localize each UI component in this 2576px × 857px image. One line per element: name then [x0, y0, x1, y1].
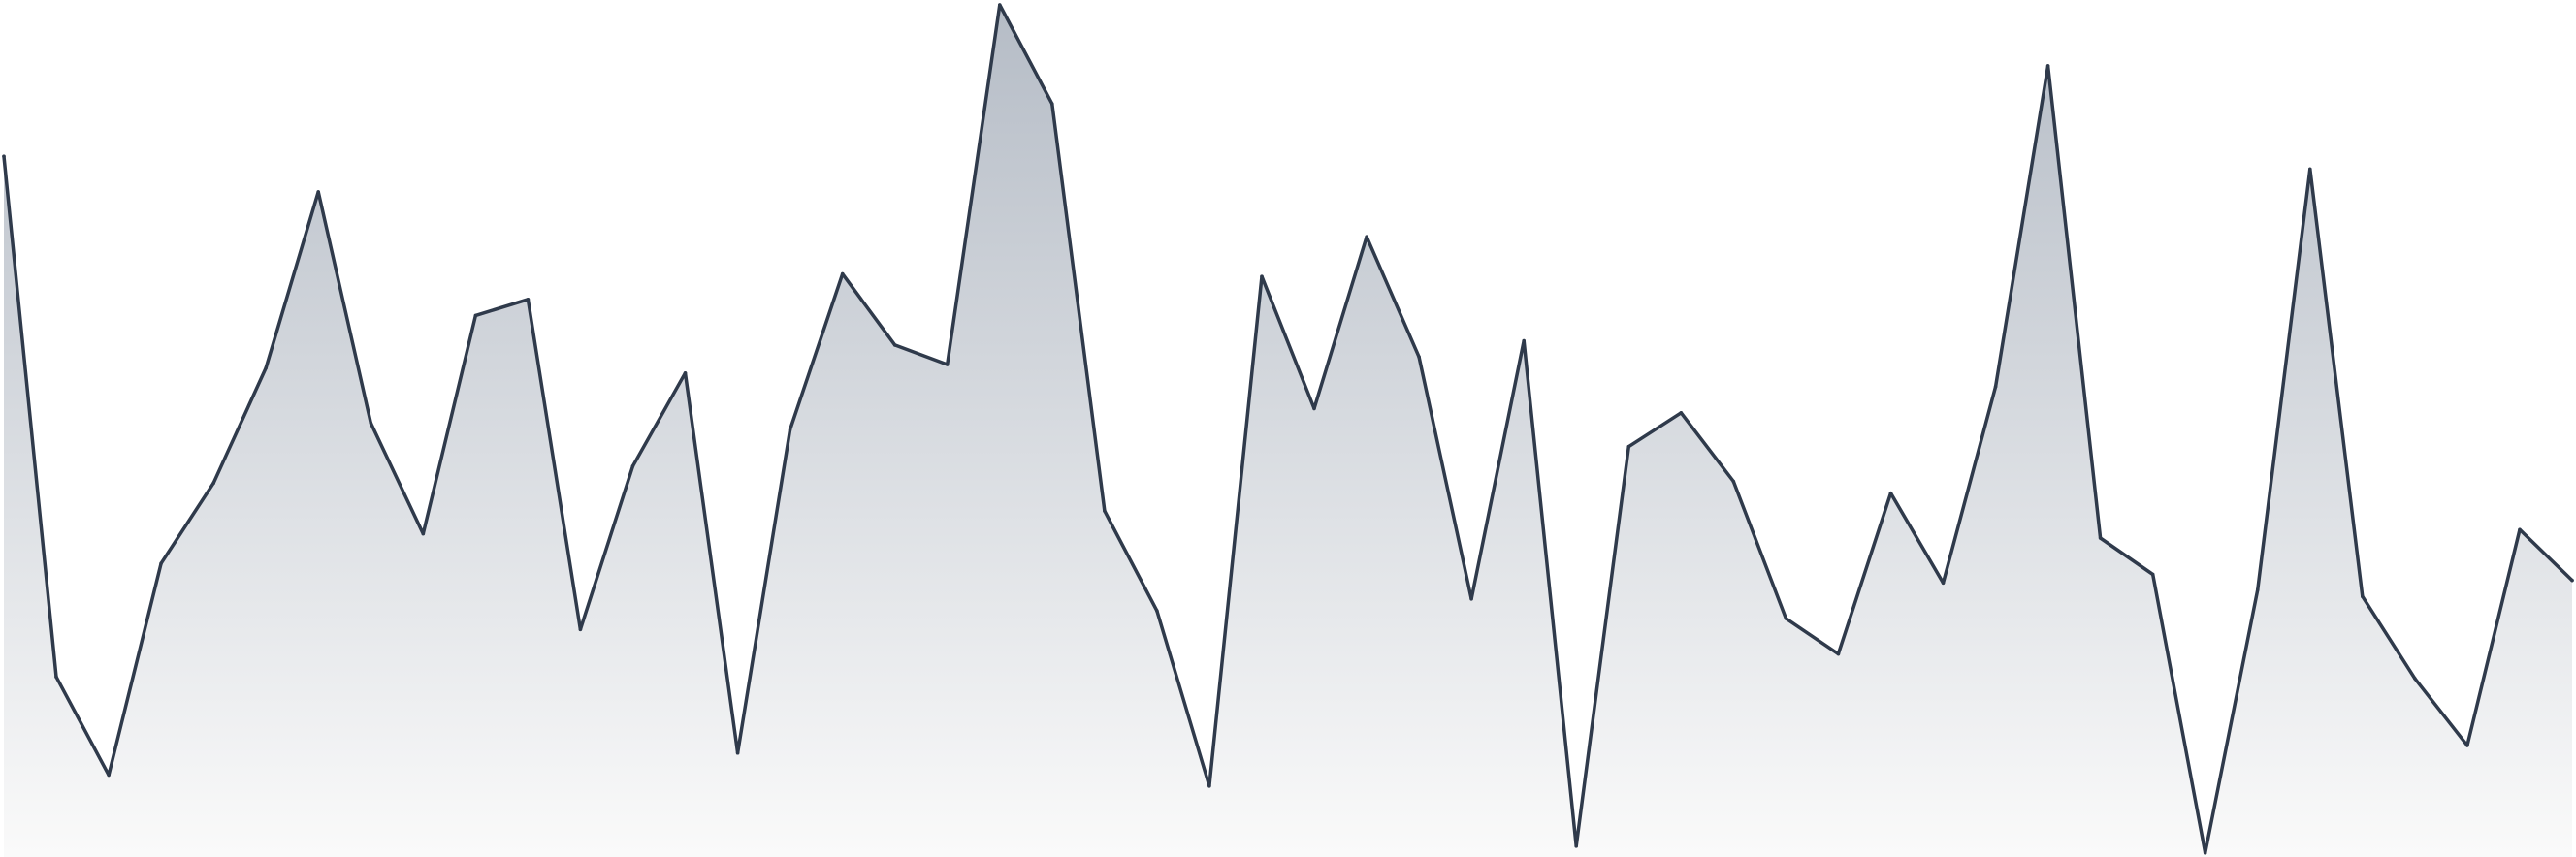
data-point: [473, 313, 478, 318]
data-point: [2308, 167, 2312, 172]
data-point: [945, 363, 950, 366]
data-point: [2465, 744, 2469, 747]
data-point: [159, 561, 163, 565]
data-point: [1417, 355, 1421, 360]
data-point: [2256, 587, 2260, 591]
data-point: [526, 298, 531, 302]
data-point: [998, 3, 1002, 7]
data-point: [892, 343, 897, 347]
data-point: [316, 190, 321, 194]
data-point: [2203, 850, 2207, 855]
data-point: [2518, 527, 2522, 532]
series-area-fill: [4, 5, 2572, 857]
data-point: [1522, 338, 1526, 343]
data-point: [578, 627, 583, 632]
data-point: [1103, 509, 1107, 513]
data-point: [630, 464, 635, 468]
data-point: [1679, 411, 1684, 415]
data-point: [2045, 64, 2050, 68]
data-point: [2098, 536, 2103, 540]
data-point: [1574, 844, 1578, 848]
data-point: [1050, 102, 1054, 106]
data-point: [211, 481, 215, 486]
data-point: [1155, 609, 1159, 613]
data-point: [369, 421, 373, 426]
data-point: [683, 371, 688, 375]
data-point: [1469, 597, 1473, 601]
data-point: [2361, 594, 2365, 598]
data-point: [840, 271, 845, 276]
data-point: [2, 154, 6, 159]
data-point: [421, 531, 426, 536]
data-point: [1731, 479, 1736, 484]
data-point: [788, 428, 792, 432]
data-point: [54, 675, 58, 679]
plot-area: [2, 3, 2574, 857]
data-point: [2570, 578, 2574, 583]
data-point: [1941, 581, 1946, 586]
area-chart-svg: [2, 3, 2574, 857]
data-point: [1993, 384, 1998, 389]
data-point: [1312, 406, 1316, 411]
data-point: [2150, 572, 2155, 577]
data-point: [107, 773, 111, 778]
data-point: [1836, 651, 1841, 656]
data-point: [264, 365, 269, 370]
data-point: [735, 750, 740, 755]
data-point: [1626, 444, 1631, 449]
data-point: [1888, 491, 1893, 495]
data-point: [1784, 617, 1788, 620]
area-chart: [0, 0, 2576, 857]
data-point: [1260, 274, 1264, 279]
data-point: [1208, 784, 1211, 788]
data-point: [1365, 235, 1368, 238]
data-point: [2413, 677, 2417, 681]
